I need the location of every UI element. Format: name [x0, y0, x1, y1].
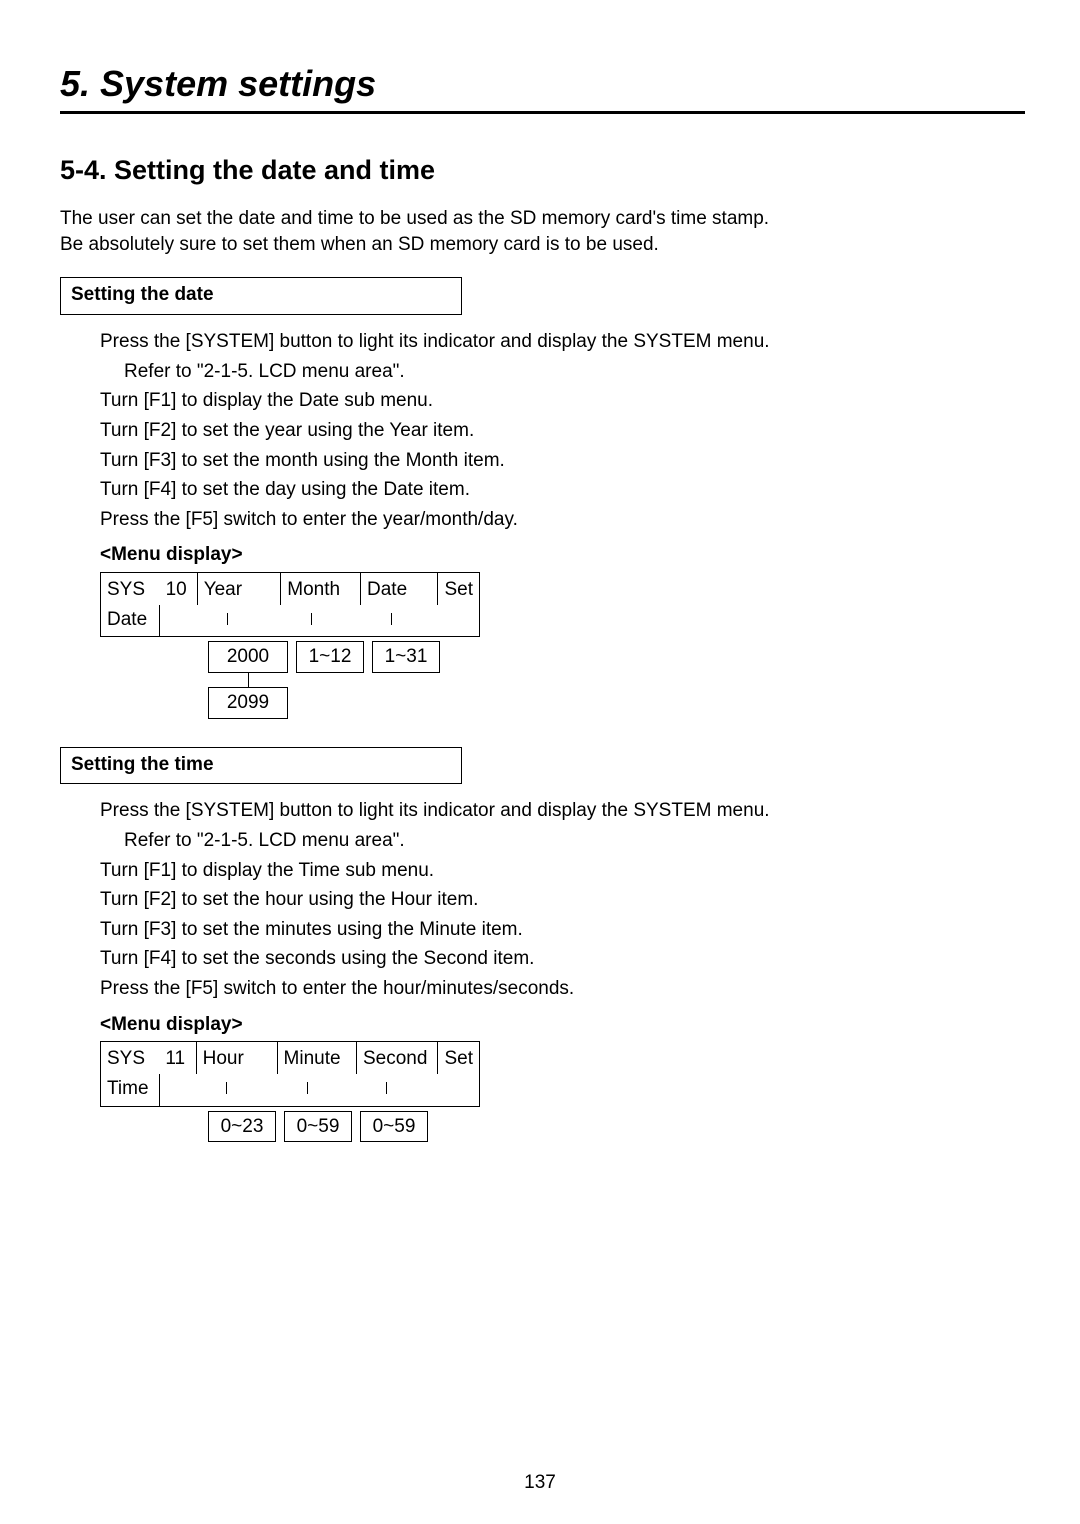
- step-sub: Refer to "2-1-5. LCD menu area".: [124, 828, 1025, 854]
- menu-sys: SYS: [101, 1042, 160, 1074]
- step: Turn [F3] to set the minutes using the M…: [100, 917, 1025, 943]
- time-heading: Setting the time: [71, 754, 214, 775]
- menu-col: Year: [197, 573, 281, 605]
- step: Turn [F3] to set the month using the Mon…: [100, 448, 1025, 474]
- time-menu-block: SYS 11 Hour Minute Second Set Time 0~23 …: [100, 1041, 1025, 1142]
- menu-sys: SYS: [101, 573, 160, 605]
- year-range-stack: 2000 2099: [208, 641, 288, 718]
- time-ranges: 0~23 0~59 0~59: [208, 1111, 1025, 1143]
- range-separator: [248, 673, 249, 687]
- step: Press the [F5] switch to enter the year/…: [100, 507, 1025, 533]
- time-steps: Press the [SYSTEM] button to light its i…: [100, 798, 1025, 1001]
- minute-range: 0~59: [284, 1111, 352, 1143]
- menu-name: Date: [101, 605, 160, 637]
- step-sub: Refer to "2-1-5. LCD menu area".: [124, 359, 1025, 385]
- month-range: 1~12: [296, 641, 364, 673]
- menu-display-label: <Menu display>: [100, 1012, 1025, 1038]
- step: Turn [F2] to set the hour using the Hour…: [100, 887, 1025, 913]
- menu-col: Hour: [196, 1042, 277, 1074]
- date-heading-box: Setting the date: [60, 277, 462, 315]
- menu-col: Set: [438, 1042, 480, 1074]
- date-menu-block: SYS 10 Year Month Date Set Date 2000 209…: [100, 572, 1025, 719]
- tick-mark: [307, 1082, 308, 1094]
- date-range: 1~31: [372, 641, 440, 673]
- date-ranges: 2000 2099 1~12 1~31: [208, 641, 1025, 718]
- tick-mark: [311, 613, 312, 625]
- page: 5. System settings 5-4. Setting the date…: [0, 0, 1080, 1524]
- hour-range: 0~23: [208, 1111, 276, 1143]
- tick-mark: [226, 1082, 227, 1094]
- step: Turn [F4] to set the day using the Date …: [100, 477, 1025, 503]
- tick-mark: [227, 613, 228, 625]
- menu-name: Time: [101, 1074, 160, 1106]
- section-title: 5-4. Setting the date and time: [60, 152, 1025, 188]
- time-heading-box: Setting the time: [60, 747, 462, 785]
- date-steps: Press the [SYSTEM] button to light its i…: [100, 329, 1025, 532]
- date-heading: Setting the date: [71, 284, 214, 305]
- tick-mark: [386, 1082, 387, 1094]
- menu-col: Second: [356, 1042, 438, 1074]
- step: Press the [SYSTEM] button to light its i…: [100, 329, 1025, 355]
- step: Turn [F1] to display the Date sub menu.: [100, 388, 1025, 414]
- chapter-title: 5. System settings: [60, 60, 1025, 114]
- intro: The user can set the date and time to be…: [60, 206, 1025, 257]
- page-number: 137: [0, 1470, 1080, 1496]
- year-range-b: 2099: [208, 687, 288, 719]
- intro-line: Be absolutely sure to set them when an S…: [60, 232, 1025, 258]
- step: Turn [F1] to display the Time sub menu.: [100, 858, 1025, 884]
- menu-display-label: <Menu display>: [100, 542, 1025, 568]
- time-menu-table: SYS 11 Hour Minute Second Set Time: [100, 1041, 480, 1106]
- step: Turn [F4] to set the seconds using the S…: [100, 946, 1025, 972]
- step: Turn [F2] to set the year using the Year…: [100, 418, 1025, 444]
- intro-line: The user can set the date and time to be…: [60, 206, 1025, 232]
- menu-num: 11: [159, 1042, 196, 1074]
- step: Press the [F5] switch to enter the hour/…: [100, 976, 1025, 1002]
- tick-mark: [391, 613, 392, 625]
- second-range: 0~59: [360, 1111, 428, 1143]
- menu-col: Set: [438, 573, 480, 605]
- year-range-a: 2000: [208, 641, 288, 673]
- menu-col: Month: [281, 573, 361, 605]
- menu-col: Date: [361, 573, 438, 605]
- menu-num: 10: [160, 573, 198, 605]
- step: Press the [SYSTEM] button to light its i…: [100, 798, 1025, 824]
- date-menu-table: SYS 10 Year Month Date Set Date: [100, 572, 480, 637]
- menu-col: Minute: [277, 1042, 356, 1074]
